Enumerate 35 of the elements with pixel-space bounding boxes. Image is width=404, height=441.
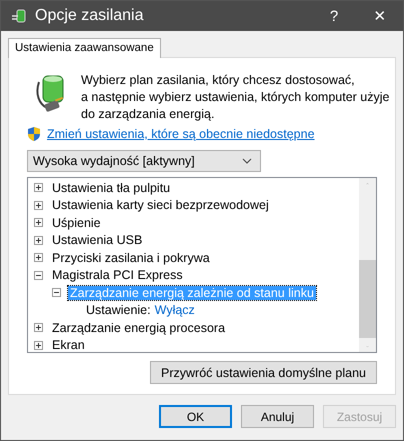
description-text: do zarządzania energią.	[81, 106, 216, 123]
close-button[interactable]: ✕	[357, 7, 403, 25]
ok-button[interactable]: OK	[159, 405, 232, 428]
expand-icon[interactable]	[34, 200, 43, 210]
tree-item[interactable]: Ustawienia USB	[50, 233, 144, 248]
expand-icon[interactable]	[34, 183, 43, 192]
tree-item[interactable]: Przyciski zasilania i pokrywa	[50, 250, 212, 265]
tree-item[interactable]: Magistrala PCI Express	[50, 268, 185, 282]
plan-dropdown[interactable]: Wysoka wydajność [aktywny]	[27, 150, 261, 172]
setting-label: Ustawienie:	[86, 303, 151, 318]
expand-icon[interactable]	[34, 253, 43, 262]
window-title: Opcje zasilania	[35, 7, 144, 25]
expand-icon[interactable]	[34, 236, 43, 245]
expand-icon[interactable]	[34, 340, 43, 350]
tree-item[interactable]: Zarządzanie energią procesora	[50, 320, 228, 335]
expand-icon[interactable]	[34, 323, 43, 332]
change-settings-link[interactable]: Zmień ustawienia, które są obecnie niedostępne	[47, 127, 315, 141]
tree-item[interactable]: Uśpienie	[50, 216, 103, 230]
tree-item[interactable]: Ekran	[50, 338, 87, 352]
collapse-icon[interactable]	[52, 288, 61, 298]
expand-icon[interactable]	[34, 218, 43, 228]
description-text: a następnie wybierz ustawienia, których komputer użyje	[81, 89, 390, 106]
battery-plug-icon	[11, 8, 27, 24]
scrollbar[interactable]	[359, 178, 376, 352]
shield-icon	[27, 126, 41, 142]
tab[interactable]: Ustawienia zaawansowane	[8, 38, 161, 58]
help-button[interactable]: ?	[311, 8, 357, 24]
tree-item[interactable]: Ustawienia karty sieci bezprzewodowej	[50, 198, 271, 212]
setting-value-link[interactable]: Wyłącz	[154, 303, 195, 318]
scrollbar-thumb[interactable]	[359, 260, 376, 338]
description-text: Wybierz plan zasilania, który chcesz dostosować,	[81, 72, 356, 89]
cancel-button[interactable]: Anuluj	[241, 405, 314, 428]
collapse-icon[interactable]	[34, 270, 43, 280]
tree-item[interactable]: Ustawienia tła pulpitu	[50, 180, 172, 195]
restore-defaults-button[interactable]: Przywróć ustawienia domyślne planu	[150, 361, 377, 384]
